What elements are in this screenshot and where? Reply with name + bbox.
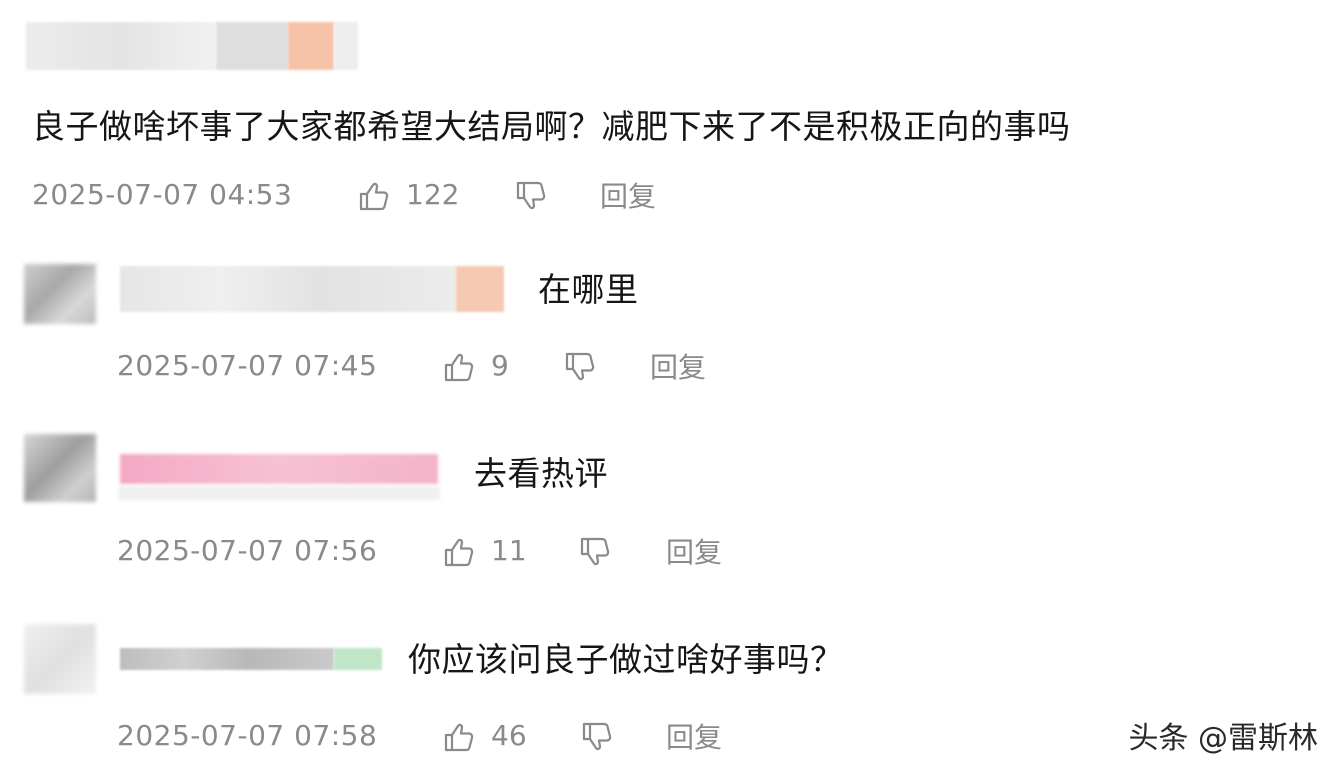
reply-button[interactable]: 回复 — [666, 533, 722, 573]
username-redacted — [118, 486, 440, 500]
thumbs-up-icon[interactable] — [442, 535, 476, 569]
thumbs-down-icon[interactable] — [514, 179, 548, 213]
thumbs-up-icon[interactable] — [442, 720, 476, 754]
avatar — [24, 434, 96, 502]
username-redacted — [120, 266, 456, 312]
comment-timestamp: 2025-07-07 07:58 — [117, 719, 378, 752]
comment-timestamp: 2025-07-07 07:45 — [117, 349, 378, 382]
thumbs-up-icon[interactable] — [442, 350, 476, 384]
avatar — [24, 264, 96, 324]
comment-text: 去看热评 — [474, 454, 608, 493]
reply-button[interactable]: 回复 — [650, 348, 706, 388]
thumbs-down-icon[interactable] — [580, 720, 614, 754]
watermark: 头条 @雷斯林 — [1128, 721, 1318, 756]
comment-meta: 2025-07-07 07:45 9 回复 — [117, 346, 817, 386]
thumbs-up-icon[interactable] — [357, 179, 391, 213]
comment-timestamp: 2025-07-07 07:56 — [117, 534, 378, 567]
comment-timestamp: 2025-07-07 04:53 — [32, 178, 293, 211]
thumbs-down-icon[interactable] — [578, 535, 612, 569]
reply-button[interactable]: 回复 — [666, 718, 722, 758]
like-count: 46 — [491, 719, 527, 752]
comment-text: 在哪里 — [538, 270, 639, 309]
like-count: 9 — [491, 349, 509, 382]
thumbs-down-icon[interactable] — [563, 350, 597, 384]
comment-text: 你应该问良子做过啥好事吗？ — [408, 640, 844, 679]
username-redacted-accent — [288, 22, 334, 70]
username-redacted — [216, 22, 288, 70]
username-redacted — [120, 648, 334, 670]
reply-button[interactable]: 回复 — [600, 177, 656, 217]
comment-text: 良子做啥坏事了大家都希望大结局啊？减肥下来了不是积极正向的事吗 — [32, 107, 1071, 146]
like-count: 11 — [491, 534, 527, 567]
comment-meta: 2025-07-07 07:58 46 回复 — [117, 716, 817, 756]
username-redacted-accent — [456, 266, 504, 312]
comment-meta: 2025-07-07 07:56 11 回复 — [117, 531, 817, 571]
comment-meta: 2025-07-07 04:53 122 回复 — [32, 175, 732, 215]
username-redacted-accent — [334, 648, 382, 670]
avatar — [24, 624, 96, 694]
username-redacted-accent — [120, 454, 438, 484]
username-redacted — [26, 22, 216, 70]
username-redacted — [334, 22, 358, 70]
like-count: 122 — [406, 178, 460, 211]
